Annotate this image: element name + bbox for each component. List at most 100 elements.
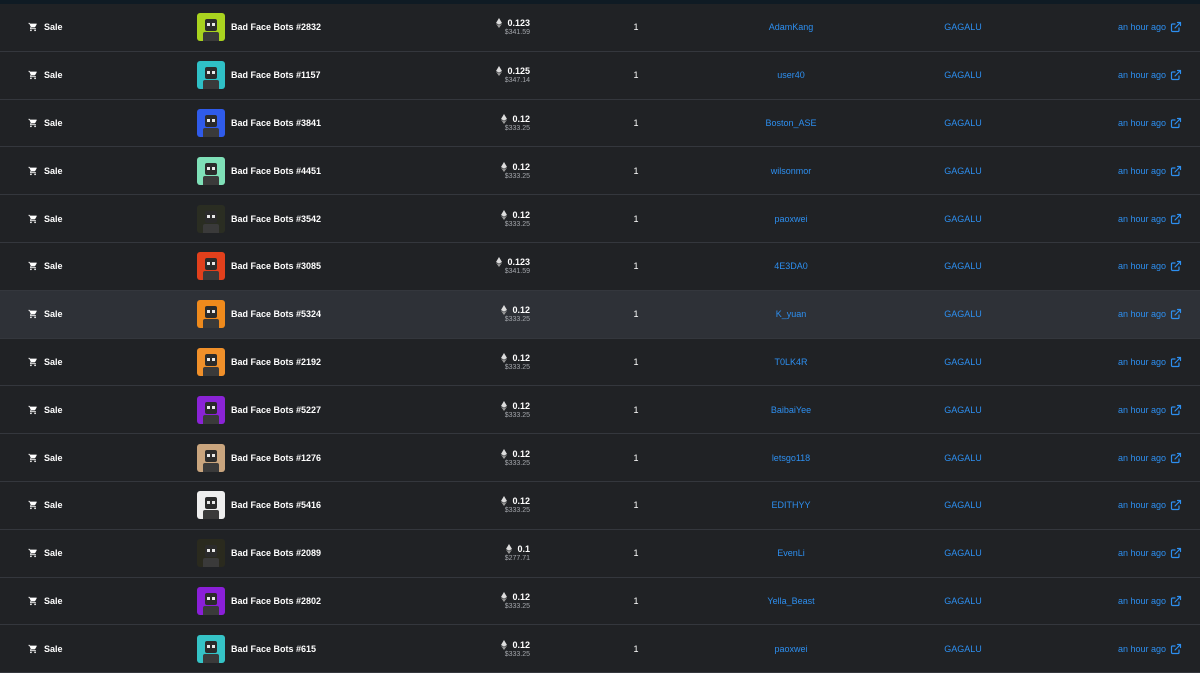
item-cell[interactable]: Bad Face Bots #2802 (197, 578, 457, 625)
time-label[interactable]: an hour ago (1118, 596, 1166, 606)
to-user-link[interactable]: GAGALU (910, 482, 1016, 529)
item-name[interactable]: Bad Face Bots #2192 (231, 357, 321, 367)
time-link[interactable]: an hour ago (1100, 625, 1182, 672)
time-label[interactable]: an hour ago (1118, 405, 1166, 415)
external-link-icon[interactable] (1170, 595, 1182, 607)
to-user-link[interactable]: GAGALU (910, 530, 1016, 577)
time-label[interactable]: an hour ago (1118, 70, 1166, 80)
item-cell[interactable]: Bad Face Bots #2192 (197, 339, 457, 386)
item-cell[interactable]: Bad Face Bots #5227 (197, 386, 457, 433)
table-row[interactable]: Sale Bad Face Bots #5324 0.12 $333.25 1 … (0, 290, 1200, 339)
nft-thumbnail[interactable] (197, 204, 225, 233)
external-link-icon[interactable] (1170, 260, 1182, 272)
external-link-icon[interactable] (1170, 499, 1182, 511)
item-name[interactable]: Bad Face Bots #615 (231, 644, 316, 654)
item-name[interactable]: Bad Face Bots #3841 (231, 118, 321, 128)
from-user-link[interactable]: EvenLi (720, 530, 862, 577)
table-row[interactable]: Sale Bad Face Bots #5416 0.12 $333.25 1 … (0, 482, 1200, 530)
nft-thumbnail[interactable] (197, 252, 225, 281)
to-user-link[interactable]: GAGALU (910, 434, 1016, 481)
from-user-link[interactable]: T0LK4R (720, 339, 862, 386)
from-user-link[interactable]: Yella_Beast (720, 578, 862, 625)
time-label[interactable]: an hour ago (1118, 261, 1166, 271)
from-user-link[interactable]: letsgo118 (720, 434, 862, 481)
time-label[interactable]: an hour ago (1118, 453, 1166, 463)
to-user-link[interactable]: GAGALU (910, 339, 1016, 386)
time-link[interactable]: an hour ago (1100, 243, 1182, 290)
table-row[interactable]: Sale Bad Face Bots #2192 0.12 $333.25 1 … (0, 339, 1200, 387)
time-label[interactable]: an hour ago (1118, 118, 1166, 128)
time-link[interactable]: an hour ago (1100, 147, 1182, 194)
time-link[interactable]: an hour ago (1100, 482, 1182, 529)
time-link[interactable]: an hour ago (1100, 434, 1182, 481)
item-name[interactable]: Bad Face Bots #4451 (231, 166, 321, 176)
to-user-link[interactable]: GAGALU (910, 52, 1016, 99)
nft-thumbnail[interactable] (197, 491, 225, 520)
to-user-link[interactable]: GAGALU (910, 291, 1016, 338)
nft-thumbnail[interactable] (197, 300, 225, 329)
from-user-link[interactable]: paoxwei (720, 195, 862, 242)
table-row[interactable]: Sale Bad Face Bots #2089 0.1 $277.71 1 E… (0, 530, 1200, 578)
time-label[interactable]: an hour ago (1118, 500, 1166, 510)
to-user-link[interactable]: GAGALU (910, 578, 1016, 625)
from-user-link[interactable]: Boston_ASE (720, 100, 862, 147)
time-label[interactable]: an hour ago (1118, 22, 1166, 32)
item-cell[interactable]: Bad Face Bots #2089 (197, 530, 457, 577)
item-name[interactable]: Bad Face Bots #5416 (231, 500, 321, 510)
from-user-link[interactable]: EDITHYY (720, 482, 862, 529)
table-row[interactable]: Sale Bad Face Bots #3085 0.123 $341.59 1… (0, 243, 1200, 291)
time-link[interactable]: an hour ago (1100, 578, 1182, 625)
time-link[interactable]: an hour ago (1100, 530, 1182, 577)
time-label[interactable]: an hour ago (1118, 166, 1166, 176)
item-cell[interactable]: Bad Face Bots #1276 (197, 434, 457, 481)
nft-thumbnail[interactable] (197, 156, 225, 185)
external-link-icon[interactable] (1170, 547, 1182, 559)
table-row[interactable]: Sale Bad Face Bots #4451 0.12 $333.25 1 … (0, 147, 1200, 196)
external-link-icon[interactable] (1170, 213, 1182, 225)
item-name[interactable]: Bad Face Bots #2832 (231, 22, 321, 32)
time-link[interactable]: an hour ago (1100, 100, 1182, 147)
table-row[interactable]: Sale Bad Face Bots #2832 0.123 $341.59 1… (0, 4, 1200, 52)
time-label[interactable]: an hour ago (1118, 214, 1166, 224)
item-cell[interactable]: Bad Face Bots #1157 (197, 52, 457, 99)
external-link-icon[interactable] (1170, 69, 1182, 81)
time-link[interactable]: an hour ago (1100, 195, 1182, 242)
external-link-icon[interactable] (1170, 356, 1182, 368)
item-name[interactable]: Bad Face Bots #1276 (231, 453, 321, 463)
external-link-icon[interactable] (1170, 21, 1182, 33)
item-cell[interactable]: Bad Face Bots #4451 (197, 147, 457, 194)
from-user-link[interactable]: 4E3DA0 (720, 243, 862, 290)
external-link-icon[interactable] (1170, 452, 1182, 464)
nft-thumbnail[interactable] (197, 61, 225, 90)
item-name[interactable]: Bad Face Bots #5227 (231, 405, 321, 415)
nft-thumbnail[interactable] (197, 634, 225, 663)
item-name[interactable]: Bad Face Bots #3542 (231, 214, 321, 224)
item-cell[interactable]: Bad Face Bots #615 (197, 625, 457, 672)
nft-thumbnail[interactable] (197, 443, 225, 472)
time-link[interactable]: an hour ago (1100, 52, 1182, 99)
to-user-link[interactable]: GAGALU (910, 4, 1016, 51)
item-cell[interactable]: Bad Face Bots #3841 (197, 100, 457, 147)
nft-thumbnail[interactable] (197, 108, 225, 137)
from-user-link[interactable]: user40 (720, 52, 862, 99)
time-label[interactable]: an hour ago (1118, 309, 1166, 319)
table-row[interactable]: Sale Bad Face Bots #2802 0.12 $333.25 1 … (0, 578, 1200, 626)
time-label[interactable]: an hour ago (1118, 357, 1166, 367)
external-link-icon[interactable] (1170, 165, 1182, 177)
time-link[interactable]: an hour ago (1100, 4, 1182, 51)
item-cell[interactable]: Bad Face Bots #5416 (197, 482, 457, 529)
external-link-icon[interactable] (1170, 643, 1182, 655)
table-row[interactable]: Sale Bad Face Bots #3841 0.12 $333.25 1 … (0, 100, 1200, 148)
to-user-link[interactable]: GAGALU (910, 386, 1016, 433)
time-label[interactable]: an hour ago (1118, 548, 1166, 558)
external-link-icon[interactable] (1170, 117, 1182, 129)
nft-thumbnail[interactable] (197, 539, 225, 568)
to-user-link[interactable]: GAGALU (910, 625, 1016, 672)
table-row[interactable]: Sale Bad Face Bots #615 0.12 $333.25 1 p… (0, 625, 1200, 673)
time-link[interactable]: an hour ago (1100, 291, 1182, 338)
item-name[interactable]: Bad Face Bots #5324 (231, 309, 321, 319)
item-name[interactable]: Bad Face Bots #2802 (231, 596, 321, 606)
time-link[interactable]: an hour ago (1100, 339, 1182, 386)
from-user-link[interactable]: BaibaiYee (720, 386, 862, 433)
item-name[interactable]: Bad Face Bots #2089 (231, 548, 321, 558)
